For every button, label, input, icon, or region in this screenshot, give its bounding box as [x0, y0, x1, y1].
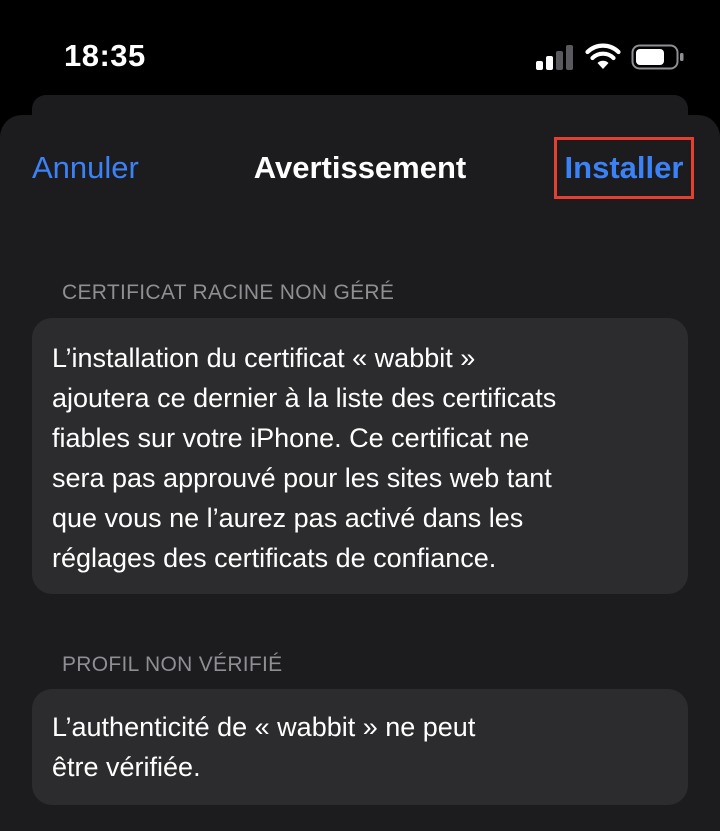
section-header-unverified-profile: PROFIL NON VÉRIFIÉ — [62, 653, 283, 676]
battery-icon — [631, 44, 684, 70]
install-button[interactable]: Installer — [554, 137, 694, 199]
cellular-signal-icon — [536, 44, 576, 70]
wifi-icon — [585, 43, 621, 69]
root-certificate-warning-text: L’installation du certificat « wabbit » … — [52, 343, 557, 573]
status-bar: 18:35 — [0, 0, 720, 100]
unverified-profile-card: L’authenticité de « wabbit » ne peut êtr… — [32, 689, 688, 805]
section-header-root-certificate: CERTIFICAT RACINE NON GÉRÉ — [62, 281, 395, 304]
install-button-label: Installer — [564, 150, 684, 185]
unverified-profile-text: L’authenticité de « wabbit » ne peut êtr… — [52, 712, 476, 782]
status-time: 18:35 — [64, 38, 146, 73]
cancel-button[interactable]: Annuler — [32, 150, 139, 186]
root-certificate-warning-card: L’installation du certificat « wabbit » … — [32, 318, 688, 594]
